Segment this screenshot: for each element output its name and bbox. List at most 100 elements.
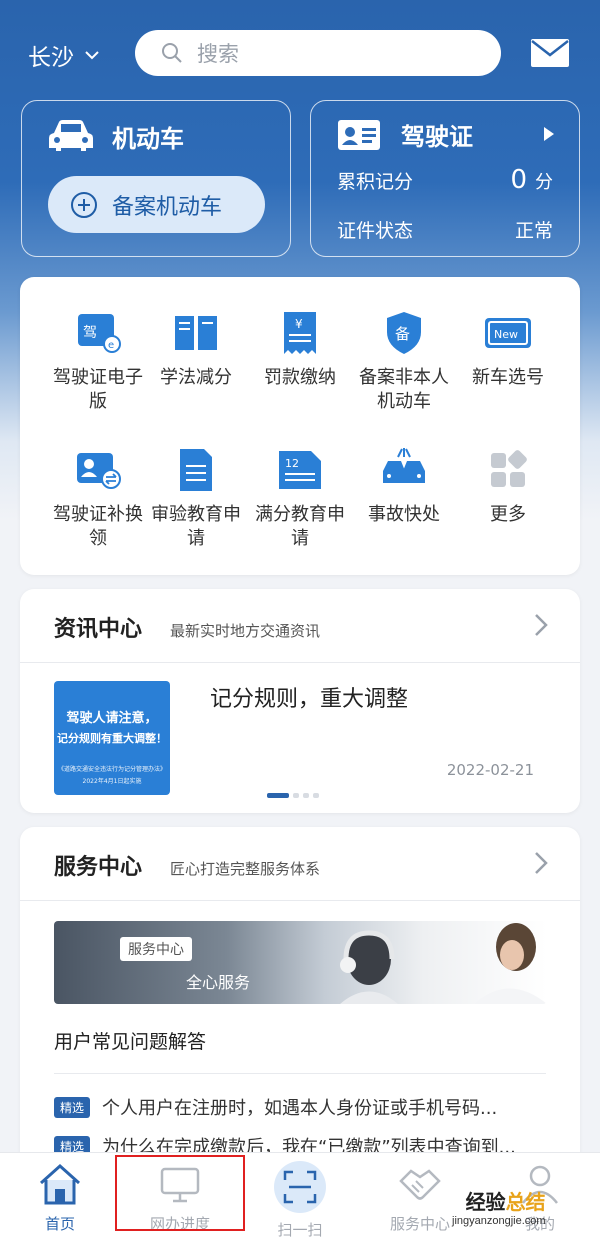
- agent-person-image: [474, 923, 547, 1004]
- watermark: 经验总结 jingyanzongjie.com: [452, 1186, 546, 1227]
- service-e-license[interactable]: 驾e 驾驶证电子版: [46, 310, 150, 414]
- svg-text:¥: ¥: [295, 317, 303, 331]
- chevron-right-icon[interactable]: [534, 613, 548, 637]
- service-full-points-education[interactable]: 12 满分教育申请: [248, 447, 352, 551]
- carousel-dot: [313, 793, 319, 798]
- carousel-dot: [267, 793, 289, 798]
- more-grid-icon: [491, 450, 527, 487]
- watermark-url: jingyanzongjie.com: [452, 1215, 546, 1227]
- service-label: 更多: [490, 504, 526, 525]
- svg-text:New: New: [494, 328, 518, 341]
- id-swap-icon: [77, 453, 121, 489]
- carousel-dot: [293, 793, 299, 798]
- service-accident-quick[interactable]: 事故快处: [352, 447, 456, 527]
- svg-text:驾: 驾: [83, 325, 97, 341]
- vehicle-title: 机动车: [112, 125, 184, 153]
- chevron-right-icon[interactable]: [534, 851, 548, 875]
- divider: [54, 1073, 546, 1074]
- thumb-line: 2022年4月1日起实施: [82, 778, 142, 785]
- mail-icon[interactable]: [530, 38, 570, 68]
- points-value: 0: [510, 165, 527, 195]
- play-arrow-icon: [544, 127, 554, 141]
- service-more[interactable]: 更多: [456, 447, 560, 527]
- service-audit-education[interactable]: 审验教育申请: [144, 447, 248, 551]
- divider: [20, 662, 580, 663]
- svg-text:备: 备: [395, 325, 410, 343]
- service-center-panel: 服务中心 匠心打造完整服务体系 服务中心 全心服务 用户常见问题解答 精选 个人…: [20, 827, 580, 1167]
- scan-icon: [283, 1170, 317, 1204]
- service-label: 新车选号: [472, 367, 544, 388]
- document-icon: [180, 449, 212, 491]
- e-license-icon: 驾e: [78, 314, 121, 353]
- news-title: 资讯中心: [54, 617, 143, 642]
- news-headline[interactable]: 记分规则，重大调整: [210, 681, 408, 713]
- city-selector[interactable]: 长沙: [28, 38, 100, 72]
- service-label: 事故快处: [368, 504, 440, 525]
- news-thumbnail[interactable]: 驾驶人请注意， 记分规则有重大调整！ 《道路交通安全违法行为记分管理办法》 20…: [54, 681, 170, 795]
- service-label: 驾驶证电子版: [53, 367, 143, 412]
- news-panel: 资讯中心 最新实时地方交通资讯 驾驶人请注意， 记分规则有重大调整！ 《道路交通…: [20, 589, 580, 813]
- thumb-line: 记分规则有重大调整！: [57, 732, 167, 745]
- service-label: 学法减分: [160, 367, 232, 388]
- svg-text:e: e: [108, 340, 114, 351]
- status-value: 正常: [514, 220, 553, 242]
- calendar-doc-icon: 12: [279, 451, 321, 489]
- service-fine-payment[interactable]: ¥ 罚款缴纳: [248, 310, 352, 390]
- banner-tag: 服务中心: [120, 937, 192, 961]
- register-vehicle-button[interactable]: 备案机动车: [48, 176, 265, 233]
- watermark-text-accent: 总结: [505, 1190, 546, 1214]
- service-license-renew[interactable]: 驾驶证补换领: [46, 447, 150, 551]
- divider: [20, 900, 580, 901]
- car-icon: [49, 120, 93, 151]
- home-icon: [39, 1163, 81, 1205]
- service-banner[interactable]: 服务中心 全心服务: [54, 921, 547, 1004]
- featured-badge: 精选: [54, 1096, 91, 1118]
- new-plate-icon: New: [485, 318, 531, 348]
- tab-home[interactable]: 首页: [5, 1161, 115, 1234]
- points-label: 累积记分: [337, 171, 414, 193]
- news-date: 2022-02-21: [446, 761, 534, 779]
- service-label: 审验教育申请: [151, 504, 241, 549]
- watermark-text: 经验: [465, 1190, 506, 1214]
- faq-text: 个人用户在注册时，如遇本人身份证或手机号码...: [102, 1098, 498, 1119]
- service-label: 满分教育申请: [255, 504, 345, 549]
- news-header[interactable]: 资讯中心 最新实时地方交通资讯: [54, 611, 320, 643]
- id-card-icon: [338, 120, 380, 150]
- svg-text:12: 12: [285, 457, 299, 470]
- book-icon: [175, 316, 217, 350]
- chevron-down-icon: [85, 51, 99, 60]
- search-placeholder: 搜索: [197, 42, 239, 66]
- scan-button-bg: [274, 1161, 326, 1213]
- thumb-line: 《道路交通安全违法行为记分管理办法》: [57, 766, 166, 773]
- carousel-indicator: [267, 793, 319, 798]
- receipt-icon: ¥: [284, 312, 316, 354]
- vehicle-card[interactable]: 机动车 备案机动车: [21, 100, 291, 257]
- service-label: 备案非本人机动车: [359, 367, 449, 412]
- status-row: 证件状态 正常: [337, 216, 553, 243]
- search-input[interactable]: 搜索: [135, 30, 501, 76]
- service-center-header[interactable]: 服务中心 匠心打造完整服务体系: [54, 849, 320, 881]
- service-grid: 驾e 驾驶证电子版 学法减分 ¥ 罚款缴纳 备 备案非本人机动车 New 新车选…: [20, 277, 580, 575]
- service-center-subtitle: 匠心打造完整服务体系: [170, 860, 321, 878]
- service-register-other-vehicle[interactable]: 备 备案非本人机动车: [352, 310, 456, 414]
- service-study-reduce[interactable]: 学法减分: [144, 310, 248, 390]
- license-title: 驾驶证: [401, 123, 473, 151]
- points-row: 累积记分 0分: [337, 165, 553, 195]
- license-card[interactable]: 驾驶证 累积记分 0分 证件状态 正常: [310, 100, 580, 257]
- tab-label: 扫一扫: [277, 1221, 323, 1239]
- service-label: 罚款缴纳: [264, 367, 336, 388]
- banner-subtitle: 全心服务: [186, 973, 251, 992]
- handshake-icon: [399, 1169, 441, 1200]
- register-vehicle-label: 备案机动车: [112, 194, 223, 220]
- tab-scan[interactable]: 扫一扫: [245, 1161, 355, 1240]
- shield-icon: 备: [387, 312, 421, 354]
- service-center-title: 服务中心: [54, 855, 143, 880]
- accident-icon: [383, 448, 425, 483]
- thumb-line: 驾驶人请注意，: [66, 711, 158, 726]
- carousel-dot: [303, 793, 309, 798]
- search-icon: [162, 43, 182, 63]
- city-label: 长沙: [28, 45, 74, 71]
- faq-title[interactable]: 用户常见问题解答: [54, 1027, 206, 1054]
- faq-item[interactable]: 精选 个人用户在注册时，如遇本人身份证或手机号码...: [54, 1094, 550, 1120]
- service-new-plate[interactable]: New 新车选号: [456, 310, 560, 390]
